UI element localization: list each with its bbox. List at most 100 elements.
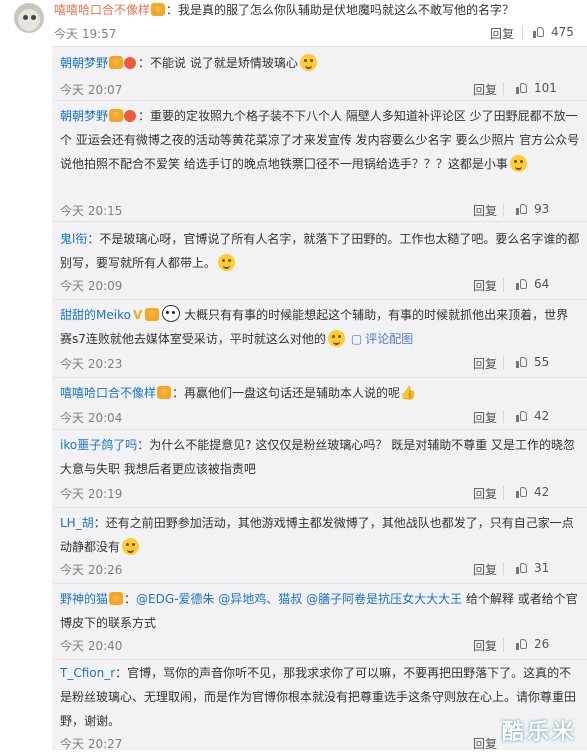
vip-icon — [124, 57, 137, 69]
list-item: 嘻嘻哈口合不像样 ：再赢他们一盘这句话还是辅助本人说的呢👍 今天 20:04 回复… — [60, 381, 580, 425]
fan-badge-icon — [157, 386, 172, 399]
reply-button[interactable]: 回复 — [473, 355, 497, 372]
username-link[interactable]: 嘻嘻哈口合不像样 — [60, 386, 156, 400]
reply-text-line: 野神的猫 ：@EDG-爱德朱 @异地鸡、猫叔 @膳子阿卷是抗压女大大大王 给个解释… — [60, 592, 578, 630]
emoji-icon — [122, 538, 140, 555]
reply-text-line: 鬼l衔：不是玻璃心呀，官博说了所有人名字，就落下了田野的。工作也太糙了吧。要么名… — [60, 227, 580, 275]
like-button[interactable]: 101 — [516, 81, 557, 95]
divider — [503, 356, 504, 370]
reply-button[interactable]: 回复 — [473, 485, 497, 502]
comment-text: 我是真的服了怎么你队辅助是伏地魔吗就这么不敢写他的名字？ — [178, 3, 515, 17]
divider — [52, 299, 587, 300]
reply-text: ：再赢他们一盘这句话还是辅助本人说的呢 — [172, 386, 401, 400]
list-item: 朝朝梦野 ：不能说 说了就是矫情玻璃心 今天 20:07 回复 101 — [60, 51, 580, 97]
username-link[interactable]: 甜甜的Meiko — [60, 308, 131, 322]
reply-text: ：不能说 说了就是矫情玻璃心 — [138, 56, 298, 70]
divider — [52, 377, 587, 378]
emoji-icon — [327, 330, 345, 347]
emoji-icon — [218, 254, 236, 271]
fan-badge-icon — [109, 592, 124, 605]
divider — [503, 562, 504, 576]
reply-time: 今天 20:04 — [60, 411, 123, 425]
fan-badge-icon — [145, 308, 160, 321]
thumbs-up-icon — [533, 26, 545, 38]
like-button[interactable]: 31 — [516, 561, 549, 575]
like-button[interactable]: 42 — [516, 485, 549, 499]
like-button[interactable]: 93 — [516, 202, 549, 216]
list-item: iko噩子鸽了吗：为什么不能提意见? 这仅仅是粉丝玻璃心吗？ 既是对辅助不尊重 … — [60, 433, 580, 501]
divider — [503, 82, 504, 96]
list-item: 朝朝梦野 ：重要的定妆照九个格子装不下八个人 隔壁人多知道补评论区 少了田野屁都不… — [60, 104, 580, 218]
like-button[interactable]: 55 — [516, 355, 549, 369]
top-comment-line: 嘻嘻哈口合不像样 ：我是真的服了怎么你队辅助是伏地魔吗就这么不敢写他的名字？ — [54, 3, 515, 17]
reply-button[interactable]: 回复 — [473, 202, 497, 219]
username-link[interactable]: T_Cfion_r — [60, 666, 115, 680]
reply-button[interactable]: 回复 — [473, 277, 497, 294]
reply-button[interactable]: 回复 — [473, 561, 497, 578]
reply-time: 今天 20:15 — [60, 204, 123, 218]
thumbs-up-emoji-icon: 👍 — [400, 386, 417, 401]
divider — [503, 486, 504, 500]
divider — [52, 100, 587, 101]
reply-text: ：官博，骂你的声音你听不见，那我求求你了可以嘛，不要再把田野落下了。这真的不是粉… — [60, 666, 577, 728]
reply-button[interactable]: 回复 — [473, 637, 497, 654]
divider — [503, 203, 504, 217]
list-item: 鬼l衔：不是玻璃心呀，官博说了所有人名字，就落下了田野的。工作也太糙了吧。要么名… — [60, 227, 580, 293]
username-link[interactable]: 野神的猫 — [60, 592, 108, 606]
like-button[interactable]: 26 — [516, 637, 549, 651]
list-item: LH_胡：还有之前田野参加活动，其他游戏博主都发微博了，其他战队也都发了，只有自… — [60, 511, 580, 577]
username-link[interactable]: 朝朝梦野 — [60, 56, 108, 70]
like-button[interactable]: 475 — [533, 25, 574, 39]
username-link[interactable]: 鬼l衔 — [60, 232, 87, 246]
thumbs-up-icon — [516, 562, 528, 574]
divider — [503, 410, 504, 424]
fan-badge-icon — [151, 3, 166, 16]
thumbs-up-icon — [516, 203, 528, 215]
reply-text-line: 甜甜的Meiko V 大概只有有事的时候能想起这个辅助，有事的时候就抓他出来顶着，… — [60, 303, 580, 351]
avatar[interactable] — [14, 3, 44, 33]
top-comment: 嘻嘻哈口合不像样 ：我是真的服了怎么你队辅助是伏地魔吗就这么不敢写他的名字？ 今天… — [0, 0, 587, 46]
emoji-icon — [299, 54, 317, 71]
like-button[interactable]: 42 — [516, 409, 549, 423]
reply-text: ：重要的定妆照九个格子装不下八个人 隔壁人多知道补评论区 少了田野屁都不放一个 … — [60, 109, 580, 171]
reply-button[interactable]: 回复 — [473, 409, 497, 426]
reply-text: ：不是玻璃心呀，官博说了所有人名字，就落下了田野的。工作也太糙了吧。要么名字谁的… — [60, 232, 580, 270]
divider — [503, 278, 504, 292]
username-link[interactable]: 朝朝梦野 — [60, 109, 108, 123]
divider — [52, 583, 587, 584]
thumbs-up-icon — [516, 278, 528, 290]
comment-time: 今天 19:57 — [54, 27, 117, 41]
username-link[interactable]: iko噩子鸽了吗 — [60, 438, 137, 452]
reply-time: 今天 20:19 — [60, 487, 123, 501]
panda-icon — [162, 305, 181, 322]
reply-button[interactable]: 回复 — [473, 81, 497, 98]
thumbs-up-icon — [516, 356, 528, 368]
reply-time: 今天 20:40 — [60, 639, 123, 653]
list-item: 甜甜的Meiko V 大概只有有事的时候能想起这个辅助，有事的时候就抓他出来顶着，… — [60, 303, 580, 371]
thumbs-up-icon — [516, 82, 528, 94]
emoji-icon — [509, 155, 527, 172]
reply-time: 今天 20:07 — [60, 83, 123, 97]
reply-time: 今天 20:27 — [60, 737, 123, 751]
like-button[interactable]: 64 — [516, 277, 549, 291]
vip-icon — [124, 110, 137, 122]
reply-button[interactable]: 回复 — [490, 25, 514, 42]
thumbs-up-icon — [516, 410, 528, 422]
verified-icon: V — [132, 308, 143, 322]
divider — [503, 638, 504, 652]
reply-text-line: 朝朝梦野 ：重要的定妆照九个格子装不下八个人 隔壁人多知道补评论区 少了田野屁都不… — [60, 104, 580, 176]
username-link[interactable]: 嘻嘻哈口合不像样 — [54, 3, 150, 17]
comment-image-link[interactable]: 评论配图 — [351, 332, 413, 346]
thumbs-up-icon — [516, 638, 528, 650]
thumbs-up-icon — [516, 486, 528, 498]
divider — [52, 507, 587, 508]
fan-badge-icon — [109, 109, 124, 122]
reply-button[interactable]: 回复 — [473, 735, 497, 752]
list-item: 野神的猫 ：@EDG-爱德朱 @异地鸡、猫叔 @膳子阿卷是抗压女大大大王 给个解释… — [60, 587, 580, 653]
reply-time: 今天 20:23 — [60, 357, 123, 371]
reply-text-line: iko噩子鸽了吗：为什么不能提意见? 这仅仅是粉丝玻璃心吗？ 既是对辅助不尊重 … — [60, 433, 580, 481]
reply-text-line: LH_胡：还有之前田野参加活动，其他游戏博主都发微博了，其他战队也都发了，只有自… — [60, 511, 580, 559]
username-link[interactable]: LH_胡 — [60, 516, 94, 530]
mention-links[interactable]: @EDG-爱德朱 @异地鸡、猫叔 @膳子阿卷是抗压女大大大王 — [136, 592, 462, 606]
divider — [52, 429, 587, 430]
